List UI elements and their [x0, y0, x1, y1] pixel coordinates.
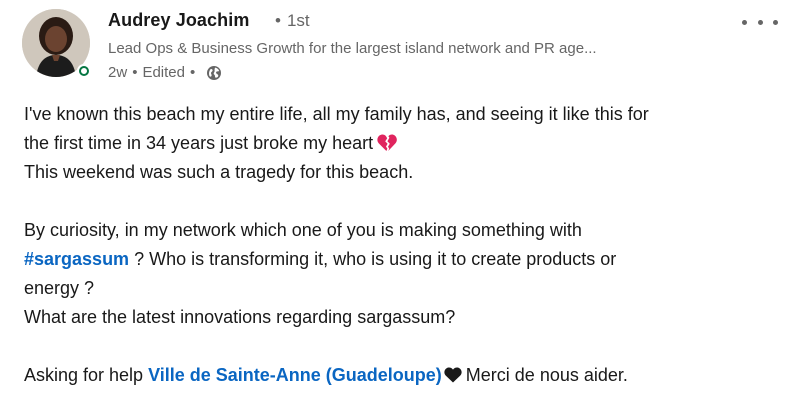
globe-icon [207, 65, 222, 80]
post-text-segment: ? Who is transforming it, who is using i… [129, 249, 617, 269]
broken-heart-icon [377, 134, 397, 151]
edited-label: Edited [142, 64, 185, 81]
hashtag-link-sargassum[interactable]: #sargassum [24, 249, 129, 269]
post-text-line: energy ? [24, 278, 95, 298]
post-body: I've known this beach my entire life, al… [24, 100, 784, 390]
more-dot [742, 19, 747, 25]
meta-separator: • [132, 64, 138, 81]
author-avatar[interactable] [22, 9, 91, 78]
post-text-line: This weekend was such a tragedy for this… [24, 162, 414, 182]
author-headline: Lead Ops & Business Growth for the large… [108, 40, 597, 57]
post-age: 2w [108, 64, 128, 81]
post-text-segment: the first time in 34 years just broke my… [24, 133, 374, 153]
degree-label: 1st [286, 11, 310, 30]
post-text-line: By curiosity, in my network which one of… [24, 220, 582, 240]
author-name[interactable]: Audrey Joachim [108, 10, 249, 31]
post-header: Audrey Joachim • 1st Lead Ops & Business … [0, 0, 800, 96]
post-text-line: #sargassum ? Who is transforming it, who… [24, 245, 784, 274]
online-status-icon [77, 64, 91, 78]
post-text-line: the first time in 34 years just broke my… [24, 129, 784, 158]
black-heart-icon [444, 367, 462, 383]
post-text-line: What are the latest innovations regardin… [24, 307, 456, 327]
meta-separator: • [190, 64, 196, 81]
post-text-segment: Asking for help [24, 365, 149, 385]
degree-separator: • [275, 11, 281, 30]
more-dot [773, 19, 778, 25]
post-meta: 2w • Edited • [108, 64, 222, 81]
mention-link-ville-de-sainte-anne[interactable]: Ville de Sainte-Anne (Guadeloupe) [148, 365, 442, 385]
feed-post: Audrey Joachim • 1st Lead Ops & Business … [0, 0, 800, 400]
post-text-line: I've known this beach my entire life, al… [24, 104, 649, 124]
connection-degree: • 1st [275, 11, 310, 31]
more-dot [757, 19, 763, 25]
more-options-button[interactable] [742, 14, 778, 30]
post-text-line: Asking for help Ville de Sainte-Anne (Gu… [24, 361, 784, 390]
post-text-segment: Merci de nous aider. [465, 365, 628, 385]
